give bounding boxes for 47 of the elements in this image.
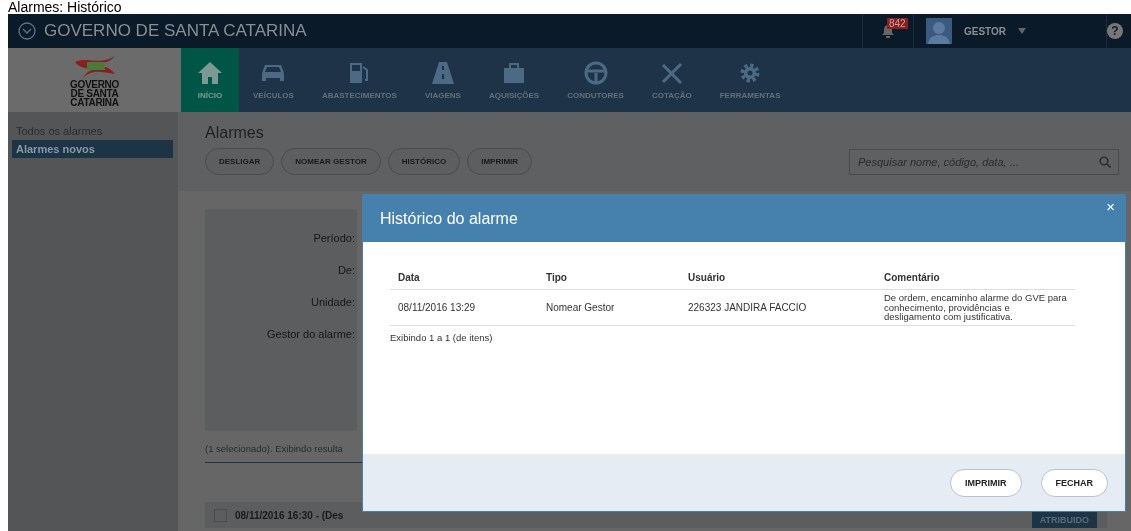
page-title: Alarmes [205, 124, 265, 142]
footer-button[interactable]: IMPRIMIR [950, 468, 1022, 497]
table-cell: De ordem, encaminho alarme do GVE para conhecimento, providências e desligamento com justificativa. [876, 289, 1075, 325]
nav-tab[interactable]: CONDUTORES [553, 48, 638, 112]
column-header: Data [390, 266, 538, 290]
road-icon [429, 60, 456, 85]
nav-tab[interactable]: VEÍCULOS [239, 48, 308, 112]
filter-label: Unidade: [310, 296, 356, 308]
nav-tab[interactable]: COTAÇÃO [637, 48, 706, 112]
search-icon[interactable] [1099, 155, 1111, 168]
avatar-icon [926, 18, 952, 44]
table-cell: 226323 JANDIRA FACCIO [680, 289, 876, 325]
logo-text: GOVERNO DE SANTA CATARINA [70, 79, 119, 107]
alarm-title[interactable]: 08/11/2016 16:30 - (Des [235, 509, 344, 521]
modal-title: Histórico do alarme [380, 209, 518, 228]
filter-label: Período: [313, 232, 356, 244]
table-cell: Nomear Gestor [538, 289, 680, 325]
chevron-circle-icon[interactable] [18, 22, 36, 40]
column-header: Usuário [680, 266, 876, 290]
action-button[interactable]: IMPRIMIR [467, 148, 533, 175]
filter-label: De: [337, 264, 356, 276]
action-button[interactable]: HISTÓRICO [387, 148, 461, 175]
bag-icon [501, 60, 527, 85]
house-icon [197, 60, 223, 85]
results-count: Exibindo 1 a 1 (de itens) [390, 331, 494, 343]
user-name[interactable]: GESTOR [964, 25, 1007, 37]
help-button[interactable]: ? [1107, 23, 1123, 39]
document-title: Alarmes: Histórico [8, 0, 122, 15]
action-button[interactable]: DESLIGAR [205, 148, 275, 175]
filter-label: Gestor do alarme: [266, 328, 356, 340]
status-badge: ATRIBUIDO [1031, 512, 1097, 528]
close-button[interactable]: × [1102, 199, 1119, 215]
nav-tab[interactable]: VIAGENS [410, 48, 475, 112]
footer-button[interactable]: FECHAR [1040, 468, 1108, 497]
column-header: Comentário [876, 266, 1075, 290]
action-button[interactable]: NOMEAR GESTOR [281, 148, 381, 175]
caret-icon[interactable] [1018, 28, 1027, 34]
nav-tab[interactable]: INÍCIO [181, 48, 239, 112]
table-cell: 08/11/2016 13:29 [390, 289, 538, 325]
sidebar-item[interactable]: Alarmes novos [12, 140, 173, 158]
nav-tab[interactable]: ABASTECIMENTOS [307, 48, 411, 112]
nav-tab[interactable]: FERRAMENTAS [705, 48, 795, 112]
nav-tab[interactable]: AQUISIÇÕES [474, 48, 554, 112]
notification-badge: 842 [887, 18, 908, 29]
column-header: Tipo [538, 266, 680, 290]
steering-wheel-icon [582, 60, 609, 85]
app-title: GOVERNO DE SANTA CATARINA [44, 21, 308, 41]
